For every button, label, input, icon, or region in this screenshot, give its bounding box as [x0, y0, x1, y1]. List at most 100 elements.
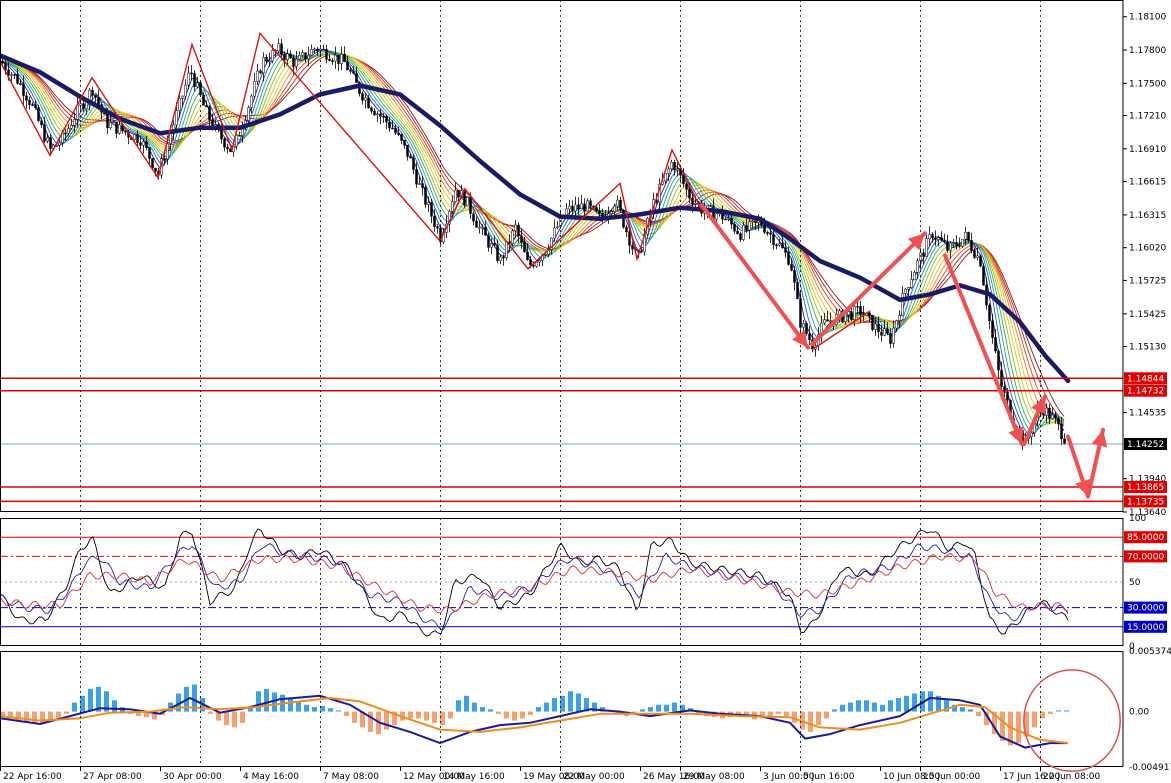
candle-body-189	[568, 205, 571, 210]
macd-histogram-bar-101	[808, 711, 813, 732]
candle-body-292	[877, 323, 880, 333]
candle-body-191	[574, 204, 577, 212]
candle-body-283	[850, 311, 853, 320]
candle-body-222	[667, 168, 670, 174]
macd-histogram-bar-38	[304, 704, 309, 712]
candle-body-110	[331, 60, 334, 62]
candle-body-316	[949, 242, 952, 251]
candle-body-206	[619, 199, 622, 211]
macd-histogram-bar-61	[488, 709, 493, 712]
macd-histogram-bar-80	[640, 709, 645, 712]
candle-body-126	[379, 113, 382, 117]
macd-histogram-bar-129	[1032, 711, 1037, 728]
candle-body-190	[571, 205, 574, 212]
macd-histogram-bar-62	[496, 711, 501, 714]
macd-histogram-bar-72	[576, 693, 581, 712]
candle-body-115	[346, 61, 349, 71]
macd-histogram-bar-32	[256, 691, 261, 712]
candle-body-87	[262, 57, 265, 74]
macd-histogram-bar-58	[464, 695, 469, 712]
candle-body-155	[466, 197, 469, 206]
forex-chart[interactable]: 1.18100 1.17800 1.17500 1.17210 1.16910 1.166…	[0, 0, 1171, 783]
candle-body-185	[556, 226, 559, 229]
candle-body-317	[952, 242, 955, 244]
candle-body-104	[313, 48, 316, 51]
candle-body-128	[385, 116, 388, 123]
macd-tick-label-2: -0.004917	[1129, 763, 1171, 773]
candle-body-151	[454, 189, 457, 203]
candle-body-86	[259, 70, 262, 74]
candle-body-209	[628, 231, 631, 246]
candle-body-73	[220, 129, 223, 140]
candle-body-22	[67, 127, 70, 134]
candle-body-160	[481, 226, 484, 229]
macd-histogram-bar-70	[560, 695, 565, 712]
candle-body-79	[238, 134, 241, 137]
candle-body-171	[514, 224, 517, 232]
stoch-level-badge-2-text: 30.0000	[1127, 604, 1164, 614]
candle-body-289	[868, 312, 871, 316]
macd-histogram-bar-105	[840, 704, 845, 712]
candle-body-282	[847, 311, 850, 316]
macd-histogram-bar-64	[512, 711, 517, 721]
candle-body-321	[964, 231, 967, 240]
candle-body-113	[340, 54, 343, 64]
candle-body-324	[973, 250, 976, 258]
candle-body-181	[544, 253, 547, 256]
price-tick-label-7: 1.16020	[1129, 244, 1166, 254]
candle-body-252	[757, 220, 760, 223]
candle-body-67	[202, 94, 205, 106]
stoch-level-badge-0: 85.0000	[1124, 531, 1167, 544]
macd-histogram-bar-103	[824, 711, 829, 719]
candle-body-266	[799, 298, 802, 328]
candle-body-203	[610, 211, 613, 214]
candle-body-193	[580, 203, 583, 210]
candle-body-170	[511, 230, 514, 244]
candle-body-19	[58, 142, 61, 146]
candle-body-103	[310, 49, 313, 56]
macd-histogram-bar-104	[832, 709, 837, 712]
candle-body-261	[784, 247, 787, 253]
price-tick-label-11: 1.14535	[1129, 409, 1166, 419]
candle-body-231	[694, 203, 697, 205]
candle-body-130	[391, 127, 394, 130]
candle-body-46	[139, 142, 142, 146]
price-tick-label-4: 1.16910	[1129, 145, 1166, 155]
candle-body-144	[433, 215, 436, 227]
candle-body-139	[418, 183, 421, 185]
macd-histogram-bar-42	[336, 710, 341, 712]
candle-body-194	[583, 203, 586, 212]
candle-body-325	[976, 255, 979, 258]
candle-body-285	[856, 306, 859, 308]
candle-body-61	[184, 84, 187, 97]
candle-body-334	[1003, 386, 1006, 393]
macd-histogram-bar-30	[240, 711, 245, 723]
macd-histogram-bar-69	[552, 698, 557, 712]
time-tick-label-8: 22 May 00:00	[563, 772, 625, 782]
candle-body-118	[355, 72, 358, 83]
macd-histogram-bar-68	[544, 702, 549, 712]
candle-body-223	[670, 162, 673, 170]
candle-body-122	[367, 97, 370, 109]
price-level-badge-1-text: 1.14732	[1127, 387, 1164, 397]
candle-body-44	[133, 134, 136, 140]
candle-body-156	[469, 197, 472, 214]
candle-body-62	[187, 72, 190, 86]
candle-body-54	[163, 158, 166, 160]
candle-body-264	[793, 270, 796, 283]
price-level-badge-1: 1.14732	[1124, 384, 1167, 397]
candle-body-140	[421, 183, 424, 188]
macd-histogram-bar-120	[960, 707, 965, 712]
candle-body-158	[475, 220, 478, 228]
candle-body-24	[73, 119, 76, 126]
macd-histogram-bar-9	[72, 702, 77, 712]
candle-body-12	[37, 107, 40, 121]
candle-body-168	[505, 241, 508, 258]
macd-histogram-bar-121	[968, 709, 973, 712]
candle-body-129	[388, 121, 391, 129]
candle-body-309	[928, 234, 931, 240]
macd-histogram-bar-131	[1048, 711, 1053, 714]
time-tick-label-3: 4 May 16:00	[243, 772, 299, 782]
candle-body-58	[175, 110, 178, 126]
macd-histogram-bar-71	[568, 691, 573, 712]
